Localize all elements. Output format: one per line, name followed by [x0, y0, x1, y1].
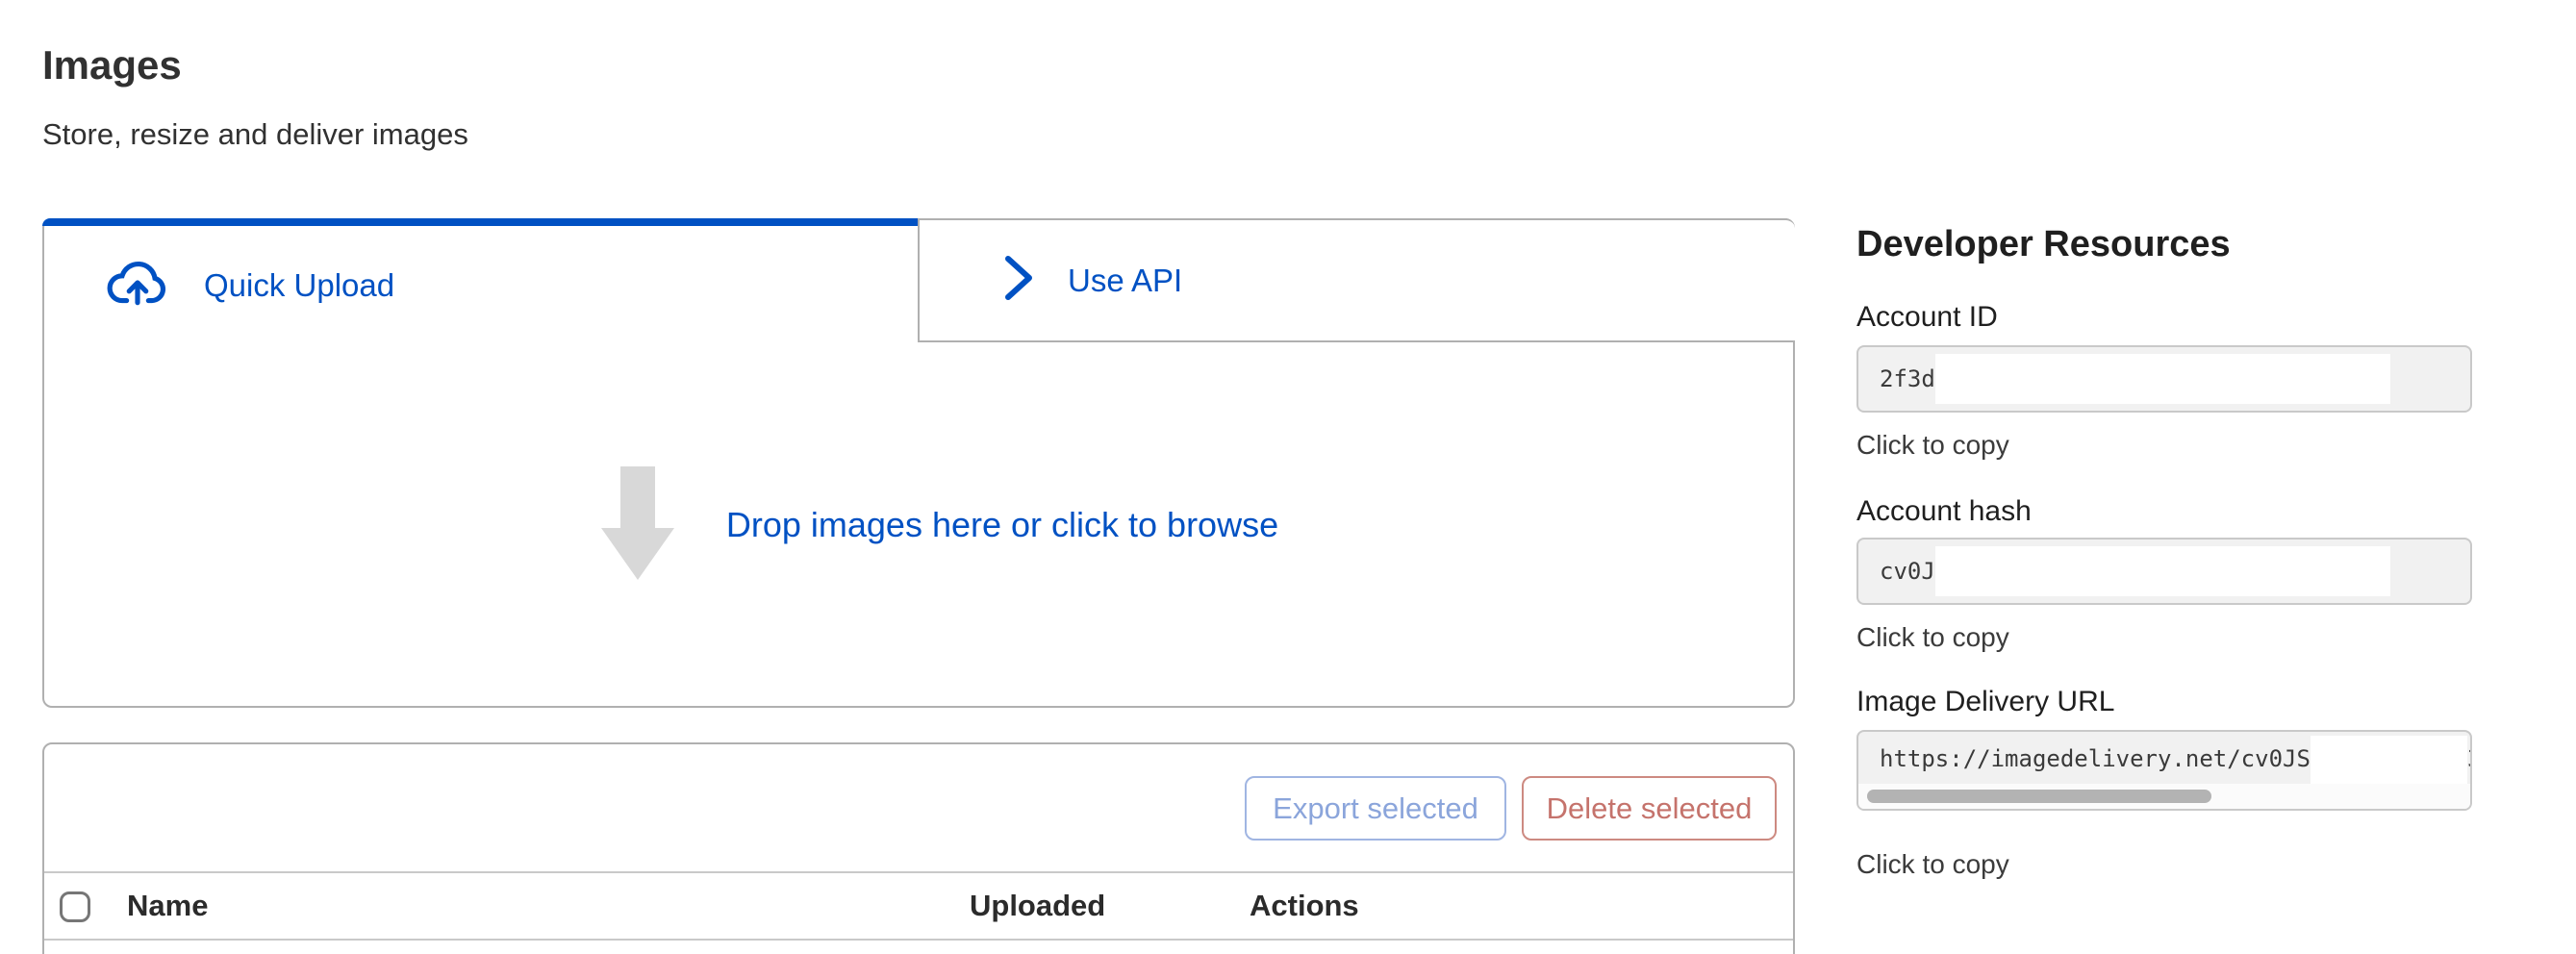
cloud-upload-icon [106, 257, 169, 314]
account-hash-value: cv0J [1880, 558, 1935, 585]
column-header-actions: Actions [1250, 873, 1359, 939]
account-hash-label: Account hash [1856, 495, 2032, 528]
dropzone-label: Drop images here or click to browse [726, 505, 1278, 545]
image-delivery-url-copy-hint: Click to copy [1856, 849, 2009, 880]
url-fragment: 3 [2467, 745, 2472, 772]
tab-quick-upload[interactable]: Quick Upload [44, 226, 918, 344]
active-tab-indicator [42, 218, 922, 226]
image-delivery-url-label: Image Delivery URL [1856, 686, 2114, 718]
account-id-label: Account ID [1856, 301, 1998, 334]
account-hash-copy-hint: Click to copy [1856, 622, 2009, 653]
page-title: Images [42, 42, 182, 88]
tab-use-api-label: Use API [1068, 263, 1182, 299]
images-table-card: Export selected Delete selected Name Upl… [42, 742, 1795, 954]
redaction-overlay [1935, 354, 2390, 404]
select-all-checkbox[interactable] [60, 891, 90, 922]
upload-panel: Quick Upload Use API Drop images here or… [42, 218, 1795, 708]
column-header-uploaded: Uploaded [970, 873, 1105, 939]
horizontal-scrollbar-thumb[interactable] [1867, 790, 2211, 803]
tab-quick-upload-label: Quick Upload [204, 267, 394, 304]
column-header-name: Name [127, 873, 208, 939]
delete-selected-button[interactable]: Delete selected [1522, 776, 1777, 841]
tab-use-api[interactable]: Use API [918, 218, 1795, 342]
account-hash-value-box[interactable]: cv0J [1856, 538, 2472, 605]
image-delivery-url-value: https://imagedelivery.net/cv0JSj [1880, 745, 2324, 772]
dropzone[interactable]: Drop images here or click to browse [65, 344, 1814, 706]
redaction-overlay [2311, 736, 2467, 788]
developer-resources-panel: Developer Resources Account ID 2f3d Clic… [1856, 218, 2472, 891]
redaction-overlay [1935, 546, 2390, 596]
table-header-row: Name Uploaded Actions [44, 871, 1793, 941]
chevron-right-icon [1002, 252, 1035, 309]
account-id-value-box[interactable]: 2f3d [1856, 345, 2472, 413]
account-id-copy-hint: Click to copy [1856, 430, 2009, 461]
account-id-value: 2f3d [1880, 365, 1935, 392]
image-delivery-url-value-box[interactable]: https://imagedelivery.net/cv0JSj 3 [1856, 730, 2472, 811]
developer-resources-title: Developer Resources [1856, 224, 2231, 265]
down-arrow-icon [601, 466, 674, 585]
page-subtitle: Store, resize and deliver images [42, 117, 468, 152]
export-selected-button[interactable]: Export selected [1245, 776, 1506, 841]
